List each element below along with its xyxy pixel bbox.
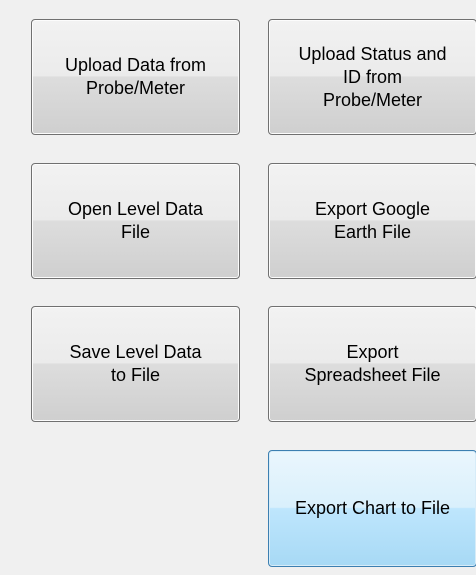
open-level-data-button[interactable]: Open Level Data File: [31, 163, 240, 279]
button-panel: Upload Data from Probe/Meter Upload Stat…: [0, 0, 476, 575]
upload-data-button[interactable]: Upload Data from Probe/Meter: [31, 19, 240, 135]
export-chart-button[interactable]: Export Chart to File: [268, 450, 476, 567]
upload-status-id-button[interactable]: Upload Status and ID from Probe/Meter: [268, 19, 476, 135]
export-google-earth-button[interactable]: Export Google Earth File: [268, 163, 476, 279]
save-level-data-button[interactable]: Save Level Data to File: [31, 306, 240, 422]
export-spreadsheet-button[interactable]: Export Spreadsheet File: [268, 306, 476, 422]
